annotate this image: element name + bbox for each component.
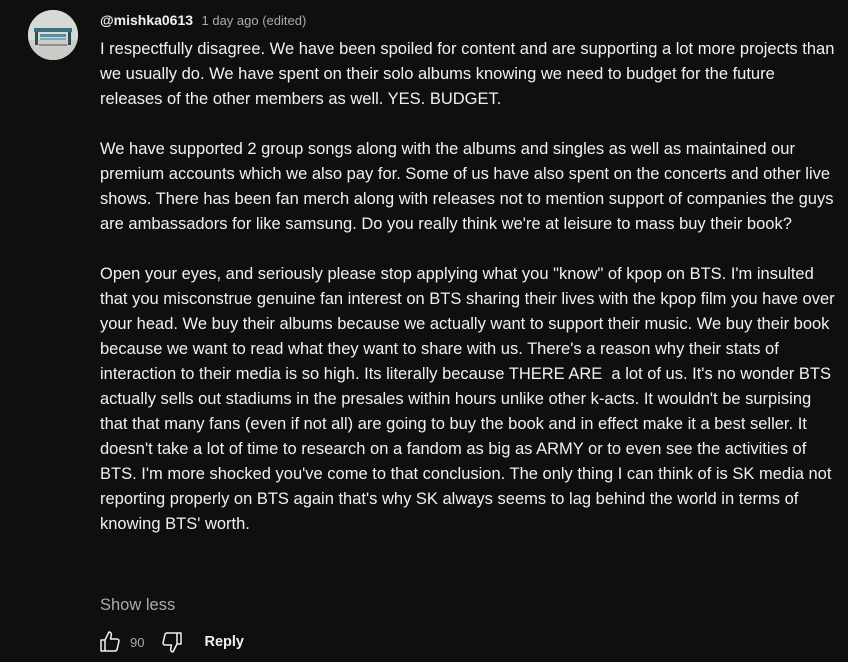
- thumbs-up-icon: [100, 631, 120, 652]
- author-name[interactable]: @mishka0613: [100, 12, 193, 28]
- like-count: 90: [130, 634, 145, 650]
- avatar-image: [28, 10, 78, 60]
- thumbs-down-icon: [162, 632, 183, 653]
- like-button[interactable]: [96, 628, 124, 656]
- comment-header: @mishka0613 1 day ago (edited): [100, 10, 306, 30]
- show-less-button[interactable]: Show less: [100, 594, 175, 616]
- comment-paragraph: Open your eyes, and seriously please sto…: [100, 265, 840, 533]
- comment-thread-item: @mishka0613 1 day ago (edited) I respect…: [0, 0, 848, 662]
- comment-paragraph: I respectfully disagree. We have been sp…: [100, 40, 839, 108]
- reply-button[interactable]: Reply: [204, 634, 244, 650]
- comment-text: I respectfully disagree. We have been sp…: [100, 37, 835, 537]
- comment-paragraph: We have supported 2 group songs along wi…: [100, 140, 839, 233]
- avatar[interactable]: [28, 10, 78, 60]
- comment-actions: 90 Reply: [96, 628, 244, 656]
- comment-timestamp[interactable]: 1 day ago (edited): [202, 13, 307, 28]
- dislike-button[interactable]: [158, 628, 186, 656]
